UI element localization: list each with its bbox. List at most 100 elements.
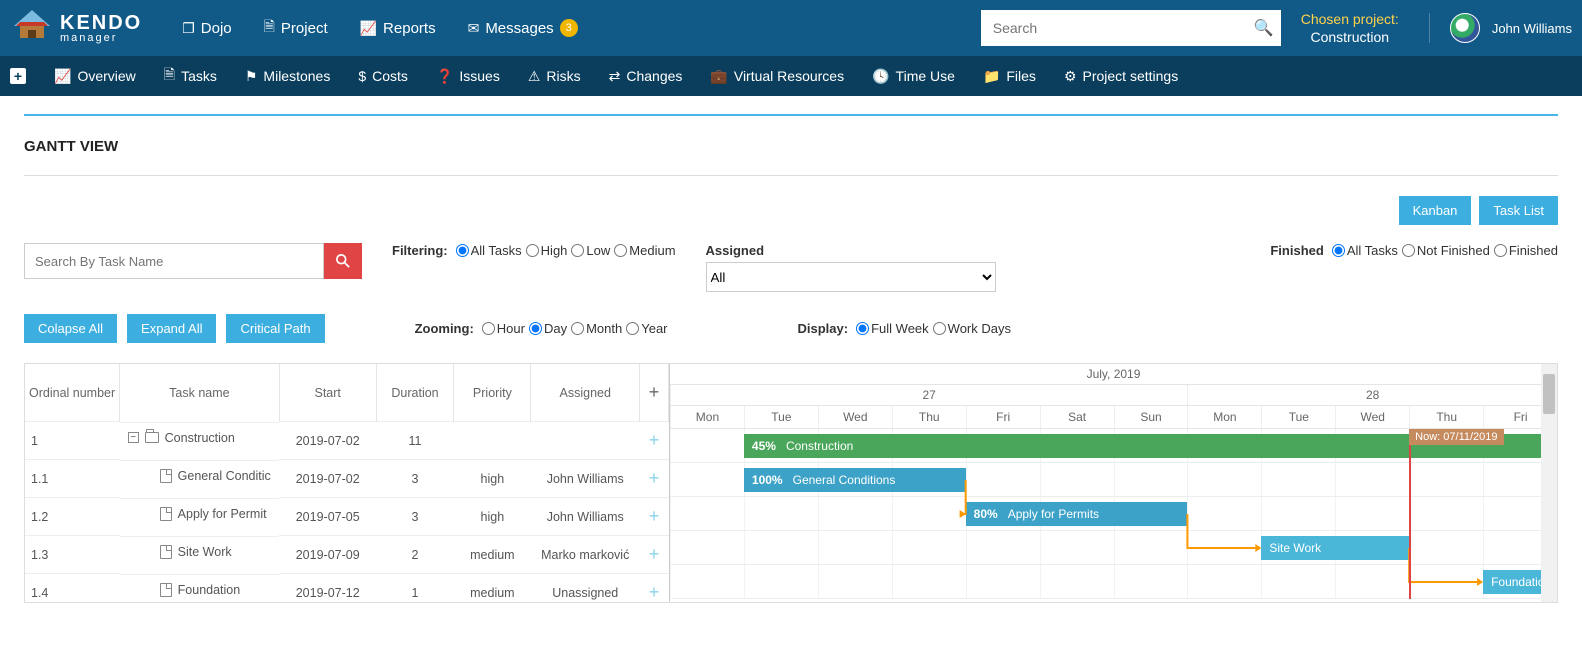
gantt-bar[interactable]: 100%General Conditions — [744, 468, 966, 492]
zooming-radio[interactable] — [626, 322, 639, 335]
cell-priority — [454, 422, 531, 460]
task-search[interactable] — [24, 243, 362, 279]
add-task-icon[interactable]: + — [640, 422, 669, 460]
subnav-project-settings[interactable]: ⚙Project settings — [1064, 64, 1178, 88]
finished-option[interactable]: Not Finished — [1402, 243, 1490, 258]
global-search-input[interactable] — [981, 20, 1247, 36]
subnav-changes[interactable]: ⇄Changes — [609, 64, 683, 88]
zooming-radio[interactable] — [482, 322, 495, 335]
display-radio[interactable] — [856, 322, 869, 335]
add-column-icon[interactable]: + — [640, 364, 669, 422]
collapse-toggle-icon[interactable]: − — [128, 432, 139, 443]
table-row[interactable]: 1.4Foundation2019-07-121mediumUnassigned… — [25, 574, 669, 604]
gantt-bar[interactable]: Site Work — [1261, 536, 1409, 560]
subnav-milestones[interactable]: ⚑Milestones — [245, 64, 330, 88]
filtering-option[interactable]: Medium — [614, 243, 675, 258]
nav-label: Messages — [485, 20, 553, 37]
nav-project[interactable]: 🗎Project — [264, 16, 328, 40]
logo[interactable]: KENDO manager — [10, 8, 142, 48]
filtering-radio[interactable] — [456, 244, 469, 257]
gantt-bar[interactable]: 80%Apply for Permits — [966, 502, 1188, 526]
zooming-radio[interactable] — [571, 322, 584, 335]
subnav-costs[interactable]: $Costs — [358, 64, 408, 88]
filtering-radio[interactable] — [526, 244, 539, 257]
clock-icon: 🕓 — [872, 68, 889, 85]
gantt-day: Tue — [744, 406, 818, 428]
finished-option[interactable]: Finished — [1494, 243, 1558, 258]
logo-title: KENDO — [60, 13, 142, 33]
finished-label: All Tasks — [1347, 243, 1398, 258]
nav-label: Reports — [383, 20, 436, 37]
display-option[interactable]: Work Days — [933, 321, 1011, 336]
filtering-label: High — [541, 243, 568, 258]
task-list-button[interactable]: Task List — [1479, 196, 1558, 225]
collapse-all-button[interactable]: Colapse All — [24, 314, 117, 343]
gantt-row: 80%Apply for Permits — [670, 497, 1557, 531]
table-row[interactable]: 1.1General Conditic2019-07-023highJohn W… — [25, 460, 669, 498]
subnav-tasks[interactable]: 🗎Tasks — [164, 64, 217, 88]
cell-start: 2019-07-09 — [279, 536, 376, 574]
filtering-label: All Tasks — [471, 243, 522, 258]
filtering-label: Filtering: — [392, 243, 448, 258]
kanban-button[interactable]: Kanban — [1399, 196, 1472, 225]
task-search-button[interactable] — [324, 243, 362, 279]
subnav-overview[interactable]: 📈Overview — [54, 64, 136, 88]
assigned-select[interactable]: All — [706, 262, 996, 292]
critical-path-button[interactable]: Critical Path — [226, 314, 324, 343]
nav-reports[interactable]: 📈Reports — [360, 16, 436, 40]
display-radio[interactable] — [933, 322, 946, 335]
task-name-text: Foundation — [178, 583, 241, 597]
subnav-label: Virtual Resources — [734, 68, 844, 84]
subnav-files[interactable]: 📁Files — [983, 64, 1036, 88]
add-task-icon[interactable]: + — [640, 574, 669, 604]
zooming-option[interactable]: Month — [571, 321, 622, 336]
finished-label: Finished — [1509, 243, 1558, 258]
table-row[interactable]: 1−Construction2019-07-0211+ — [25, 422, 669, 460]
filtering-option[interactable]: High — [526, 243, 568, 258]
gantt-scrollbar[interactable] — [1541, 364, 1557, 602]
add-task-icon[interactable]: + — [640, 460, 669, 498]
subnav-time-use[interactable]: 🕓Time Use — [872, 64, 955, 88]
task-search-input[interactable] — [24, 243, 324, 279]
global-search[interactable]: 🔍 — [981, 10, 1281, 46]
dollar-icon: $ — [358, 68, 366, 84]
display-label: Work Days — [948, 321, 1011, 336]
now-indicator-line — [1409, 429, 1411, 599]
cell-assigned: Unassigned — [531, 574, 640, 604]
nav-dojo[interactable]: ❐Dojo — [182, 16, 231, 40]
user-name[interactable]: John Williams — [1492, 21, 1572, 36]
filtering-option[interactable]: Low — [571, 243, 610, 258]
display-option[interactable]: Full Week — [856, 321, 929, 336]
avatar[interactable] — [1450, 13, 1480, 43]
grid-header: Duration — [376, 364, 454, 422]
filtering-radio[interactable] — [614, 244, 627, 257]
task-name-text: Apply for Permit — [178, 507, 267, 521]
cell-priority: medium — [454, 536, 531, 574]
finished-option[interactable]: All Tasks — [1332, 243, 1398, 258]
zooming-label: Year — [641, 321, 667, 336]
finished-radio[interactable] — [1494, 244, 1507, 257]
zooming-radio[interactable] — [529, 322, 542, 335]
folder-icon — [145, 432, 159, 443]
table-row[interactable]: 1.2Apply for Permit2019-07-053highJohn W… — [25, 498, 669, 536]
finished-radio[interactable] — [1332, 244, 1345, 257]
expand-all-button[interactable]: Expand All — [127, 314, 216, 343]
filtering-radio[interactable] — [571, 244, 584, 257]
finished-radio[interactable] — [1402, 244, 1415, 257]
cell-assigned: John Williams — [531, 498, 640, 536]
zooming-option[interactable]: Hour — [482, 321, 525, 336]
gantt-row: Foundation — [670, 565, 1557, 599]
subnav-virtual-resources[interactable]: 💼Virtual Resources — [710, 64, 844, 88]
add-task-icon[interactable]: + — [640, 536, 669, 574]
cell-duration: 2 — [376, 536, 454, 574]
zooming-option[interactable]: Day — [529, 321, 567, 336]
search-icon[interactable]: 🔍 — [1247, 18, 1281, 38]
subnav-risks[interactable]: ⚠Risks — [528, 64, 581, 88]
zooming-option[interactable]: Year — [626, 321, 667, 336]
subnav-issues[interactable]: ❓Issues — [436, 64, 500, 88]
add-task-icon[interactable]: + — [640, 498, 669, 536]
table-row[interactable]: 1.3Site Work2019-07-092mediumMarko marko… — [25, 536, 669, 574]
filtering-option[interactable]: All Tasks — [456, 243, 522, 258]
nav-messages[interactable]: ✉Messages3 — [468, 16, 578, 40]
add-new-icon[interactable]: + — [10, 68, 26, 84]
